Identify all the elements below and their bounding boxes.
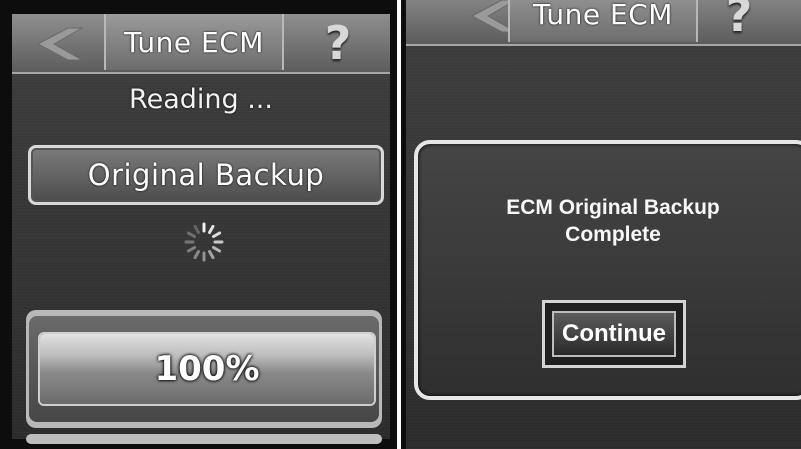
header-bar: Tune ECM ? <box>12 14 390 74</box>
right-device-photo: Tune ECM ? ECM Original Backup Complete … <box>401 0 801 449</box>
status-text: Reading ... <box>129 84 273 115</box>
continue-button-face[interactable]: Continue <box>552 311 676 357</box>
original-backup-button[interactable]: Original Backup <box>28 145 384 205</box>
device-screen-reading: Tune ECM ? Reading ... Original Backup 1… <box>12 14 390 444</box>
page-title-text: Tune ECM <box>533 0 673 31</box>
backup-complete-dialog: ECM Original Backup Complete Continue <box>414 140 801 400</box>
lower-divider <box>26 434 382 444</box>
continue-button[interactable]: Continue <box>542 300 686 368</box>
back-button[interactable] <box>12 14 104 72</box>
continue-label: Continue <box>562 320 666 347</box>
header-bar: Tune ECM ? <box>406 0 801 46</box>
dialog-message-line2: Complete <box>565 223 661 246</box>
page-title-text: Tune ECM <box>124 25 264 59</box>
dialog-message-line1: ECM Original Backup <box>506 196 720 219</box>
chevron-left-icon <box>36 27 84 61</box>
question-icon: ? <box>725 0 753 42</box>
device-screen-complete: Tune ECM ? ECM Original Backup Complete … <box>406 0 801 449</box>
page-title: Tune ECM <box>508 0 698 42</box>
help-button[interactable]: ? <box>286 14 390 72</box>
left-device-photo: Tune ECM ? Reading ... Original Backup 1… <box>0 0 397 449</box>
dialog-message: ECM Original Backup Complete <box>418 194 801 248</box>
page-title: Tune ECM <box>104 14 284 70</box>
progress-bar: 100% <box>38 332 376 406</box>
original-backup-label: Original Backup <box>87 158 325 192</box>
loading-spinner-icon <box>184 222 224 262</box>
question-icon: ? <box>324 16 352 70</box>
progress-percent-label: 100% <box>154 349 260 389</box>
help-button[interactable]: ? <box>687 0 791 44</box>
